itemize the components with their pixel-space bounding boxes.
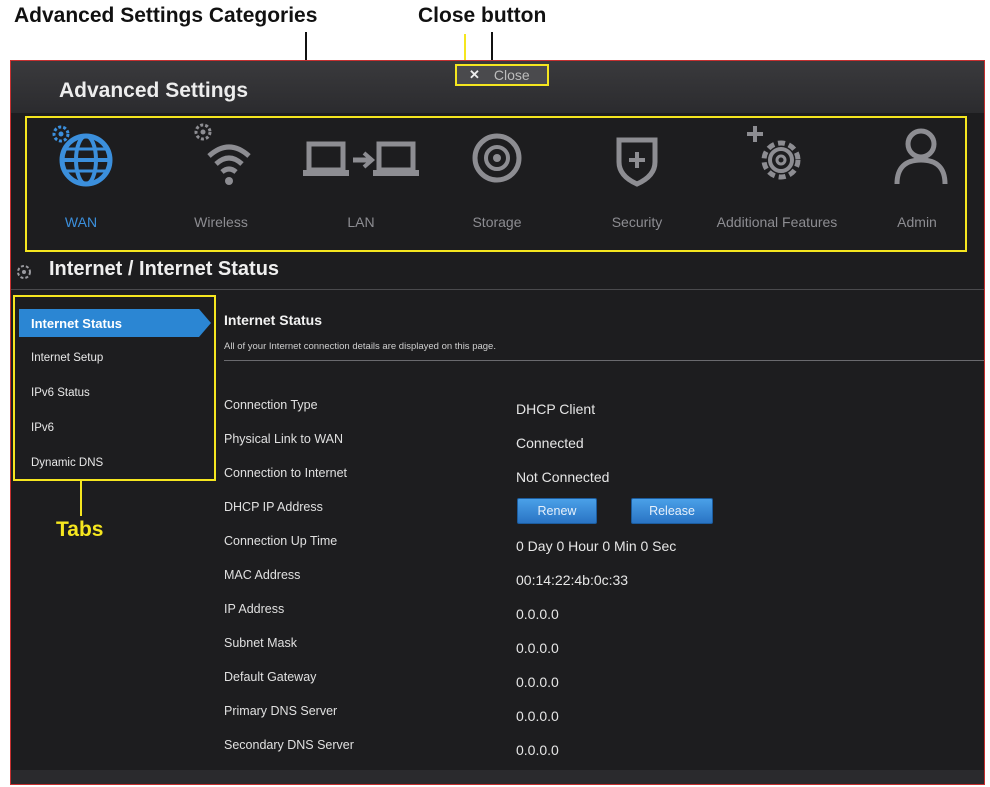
app-title: Advanced Settings xyxy=(59,79,249,102)
annotation-tabs: Tabs xyxy=(56,518,104,541)
storage-icon xyxy=(472,133,522,183)
row-value: 0 Day 0 Hour 0 Min 0 Sec xyxy=(516,538,677,554)
row-label: Primary DNS Server xyxy=(224,704,338,718)
category-label: Storage xyxy=(472,214,522,230)
close-icon: ✕ xyxy=(469,67,480,82)
tab-list: Internet Status Internet Setup IPv6 Stat… xyxy=(13,295,216,481)
category-label: WAN xyxy=(64,214,98,230)
category-lan[interactable]: LAN xyxy=(291,122,431,242)
top-bar: Advanced Settings ✕ Close xyxy=(11,61,984,113)
lan-icon xyxy=(303,141,419,176)
category-label: Security xyxy=(611,214,663,230)
panel-title: Internet Status xyxy=(224,312,323,328)
category-bar: WAN Wireless LAN Storage Security Additi… xyxy=(25,116,967,252)
page-title: Internet / Internet Status xyxy=(49,258,280,280)
category-security[interactable]: Security xyxy=(567,122,707,242)
footer xyxy=(11,770,984,784)
release-button[interactable]: Release xyxy=(631,498,713,524)
tab-ipv6[interactable]: IPv6 xyxy=(19,414,199,442)
row-value: DHCP Client xyxy=(516,401,596,417)
row-value: 0.0.0.0 xyxy=(516,640,559,656)
divider xyxy=(224,360,984,361)
category-label: Wireless xyxy=(194,214,248,230)
panel-description: All of your Internet connection details … xyxy=(224,341,496,352)
wifi-icon xyxy=(194,123,251,185)
row-label: Connection Up Time xyxy=(224,534,338,548)
category-label: Additional Features xyxy=(716,214,838,230)
tab-internet-status[interactable]: Internet Status xyxy=(19,309,211,337)
annotation-tabs-pointer xyxy=(80,480,82,516)
row-value: 0.0.0.0 xyxy=(516,674,559,690)
row-label: Secondary DNS Server xyxy=(224,738,354,752)
divider xyxy=(11,289,984,290)
category-wan[interactable]: WAN xyxy=(11,122,151,242)
category-label: Admin xyxy=(897,214,937,230)
gear-plus-icon xyxy=(747,126,801,180)
globe-icon xyxy=(52,125,113,187)
category-wireless[interactable]: Wireless xyxy=(151,122,291,242)
row-label: Subnet Mask xyxy=(224,636,297,650)
router-admin-window: Advanced Settings ✕ Close WAN Wireless L… xyxy=(10,60,985,785)
row-label: DHCP IP Address xyxy=(224,500,323,514)
row-label: Physical Link to WAN xyxy=(224,432,344,446)
category-storage[interactable]: Storage xyxy=(427,122,567,242)
breadcrumb: Internet / Internet Status xyxy=(11,253,984,289)
tab-internet-setup[interactable]: Internet Setup xyxy=(19,344,199,372)
annotation-categories: Advanced Settings Categories xyxy=(14,4,318,27)
tab-ipv6-status[interactable]: IPv6 Status xyxy=(19,379,199,407)
row-label: MAC Address xyxy=(224,568,301,582)
category-admin[interactable]: Admin xyxy=(847,122,987,242)
row-value: 0.0.0.0 xyxy=(516,606,559,622)
row-label: Default Gateway xyxy=(224,670,317,684)
row-label: Connection to Internet xyxy=(224,466,347,480)
renew-button[interactable]: Renew xyxy=(517,498,597,524)
close-button-label: Close xyxy=(493,67,530,83)
row-value: 0.0.0.0 xyxy=(516,708,559,724)
row-label: Connection Type xyxy=(224,398,318,412)
row-value: 0.0.0.0 xyxy=(516,742,559,758)
row-value: Not Connected xyxy=(516,469,610,485)
annotation-close-highlight-pointer xyxy=(464,34,466,62)
row-label: IP Address xyxy=(224,602,285,616)
row-value: Connected xyxy=(516,435,584,451)
user-icon xyxy=(894,128,948,185)
category-label: LAN xyxy=(347,214,375,230)
tab-dynamic-dns[interactable]: Dynamic DNS xyxy=(19,449,199,477)
breadcrumb-gear-icon xyxy=(17,265,31,279)
annotation-close: Close button xyxy=(418,4,547,27)
close-button[interactable]: ✕ Close xyxy=(455,64,549,86)
row-value: 00:14:22:4b:0c:33 xyxy=(516,572,629,588)
category-additional-features[interactable]: Additional Features xyxy=(707,122,847,242)
shield-icon xyxy=(616,137,658,187)
